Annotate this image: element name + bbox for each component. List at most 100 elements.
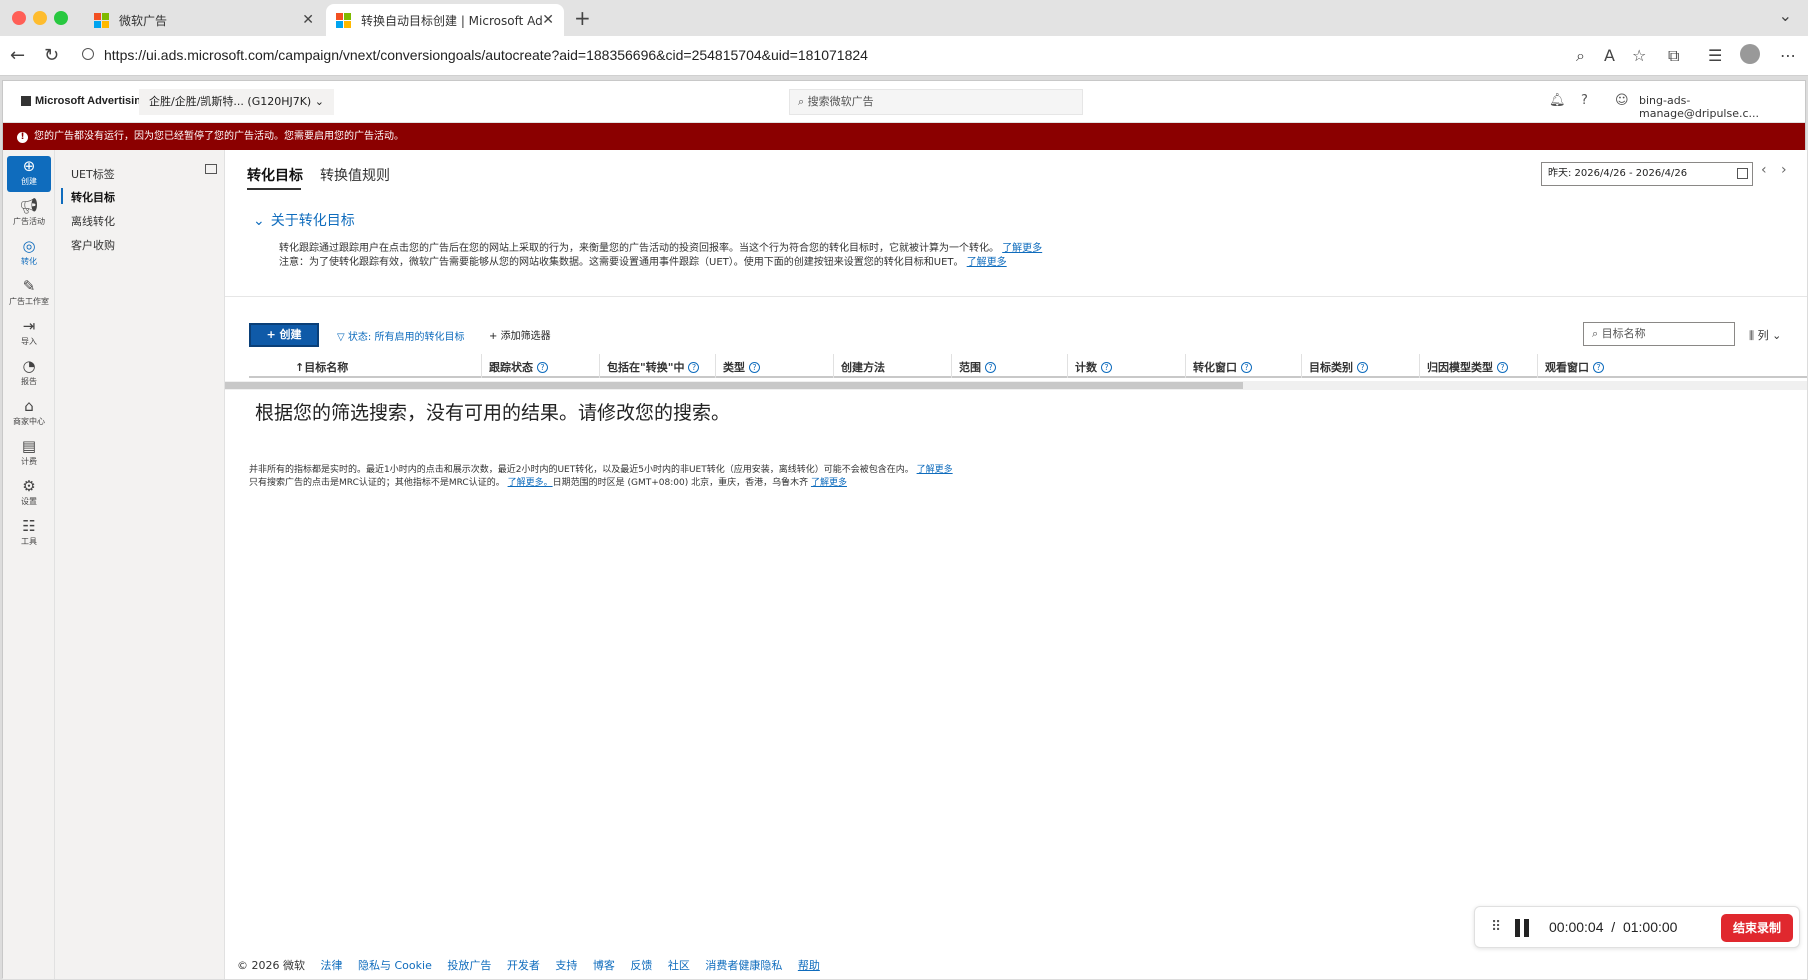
column-header-scope[interactable]: 范围?	[959, 359, 996, 375]
subnav-item-customer-acquisition[interactable]: 客户收购	[71, 237, 115, 253]
browser-tab-1[interactable]: 转换自动目标创建 | Microsoft Ad ✕	[326, 4, 564, 36]
status-filter[interactable]: ▽ 状态: 所有启用的转化目标	[337, 328, 464, 343]
goal-name-search-input[interactable]: ⌕ 目标名称	[1583, 322, 1735, 346]
rail-label: 广告工作室	[9, 297, 49, 306]
rail-item-tools[interactable]: ☷ 工具	[7, 516, 51, 552]
info-icon[interactable]: ?	[749, 362, 760, 373]
site-info-icon[interactable]	[82, 48, 94, 60]
column-header-attribution-model[interactable]: 归因模型类型?	[1427, 359, 1508, 375]
footer-link-help[interactable]: 帮助	[798, 959, 820, 972]
browser-tab-0[interactable]: 微软广告 ✕	[84, 4, 324, 36]
favorite-star-icon[interactable]: ☆	[1632, 46, 1646, 65]
pause-button[interactable]	[1515, 919, 1531, 937]
favorites-icon[interactable]: ☰	[1708, 46, 1722, 65]
rail-item-create[interactable]: ⊕ 创建	[7, 156, 51, 192]
column-header-goal-category[interactable]: 目标类别?	[1309, 359, 1368, 375]
zoom-icon[interactable]: ⌕	[1576, 46, 1585, 66]
plus-icon: +	[266, 328, 276, 341]
footer-link-blog[interactable]: 博客	[593, 959, 615, 972]
collapse-panel-icon[interactable]	[205, 164, 217, 174]
subnav-title[interactable]: UET标签	[71, 166, 115, 182]
column-header-count[interactable]: 计数?	[1075, 359, 1112, 375]
user-icon[interactable]: ☺	[1615, 93, 1629, 108]
profile-avatar-icon[interactable]	[1740, 44, 1760, 64]
end-recording-button[interactable]: 结束录制	[1721, 914, 1793, 942]
learn-more-link[interactable]: 了解更多	[1002, 243, 1042, 254]
brand-logo[interactable]: Microsoft Advertising	[21, 95, 148, 107]
subnav-item-offline-conversions[interactable]: 离线转化	[71, 213, 115, 229]
footer-link-support[interactable]: 支持	[555, 959, 577, 972]
reload-icon[interactable]: ↻	[44, 45, 59, 66]
window-maximize-button[interactable]	[54, 11, 68, 25]
learn-more-link[interactable]: 了解更多	[811, 478, 847, 488]
table-header: ↑目标名称 跟踪状态? 包括在"转换"中? 类型? 创建方法 范围? 计数? 转…	[249, 354, 1807, 378]
footer-link-developers[interactable]: 开发者	[507, 959, 540, 972]
previous-date-icon[interactable]: ‹	[1761, 162, 1767, 178]
footer-link-feedback[interactable]: 反馈	[630, 959, 652, 972]
window-minimize-button[interactable]	[33, 11, 47, 25]
footer-link-community[interactable]: 社区	[668, 959, 690, 972]
columns-button[interactable]: ⫼ 列 ⌄	[1749, 327, 1781, 343]
horizontal-scrollbar[interactable]	[225, 381, 1807, 390]
chevron-down-icon[interactable]: ⌄	[1779, 6, 1792, 25]
info-icon[interactable]: ?	[688, 362, 700, 373]
info-icon[interactable]: ?	[985, 362, 996, 373]
window-close-button[interactable]	[12, 11, 26, 25]
info-icon[interactable]: ?	[1101, 362, 1112, 373]
learn-more-link[interactable]: 了解更多	[967, 257, 1007, 268]
rail-item-settings[interactable]: ⚙ 设置	[7, 476, 51, 512]
date-range-picker[interactable]: 昨天: 2026/4/26 - 2026/4/26	[1541, 162, 1753, 186]
close-tab-icon[interactable]: ✕	[542, 12, 554, 28]
footer-link-advertise[interactable]: 投放广告	[447, 959, 491, 972]
info-icon[interactable]: ?	[1357, 362, 1368, 373]
column-header-conversion-window[interactable]: 转化窗口?	[1193, 359, 1252, 375]
rail-item-ad-studio[interactable]: ✎ 广告工作室	[7, 276, 51, 312]
rail-item-merchant-center[interactable]: ⌂ 商家中心	[7, 396, 51, 432]
help-icon[interactable]: ?	[1581, 93, 1588, 108]
learn-more-link[interactable]: 了解更多	[917, 465, 953, 475]
back-icon[interactable]: ←	[10, 45, 25, 66]
subnav-item-conversion-goals[interactable]: 转化目标	[71, 189, 115, 205]
rail-item-reports[interactable]: ◔ 报告	[7, 356, 51, 392]
more-menu-icon[interactable]: ⋯	[1780, 46, 1796, 65]
extensions-icon[interactable]: ⧉	[1668, 46, 1679, 66]
global-search-input[interactable]: ⌕ 搜索微软广告	[789, 89, 1083, 115]
next-date-icon[interactable]: ›	[1781, 162, 1787, 178]
rail-item-conversions[interactable]: ◎ 转化	[7, 236, 51, 272]
info-icon[interactable]: ?	[1497, 362, 1508, 373]
rail-item-billing[interactable]: ▤ 计费	[7, 436, 51, 472]
info-icon[interactable]: ?	[537, 362, 548, 373]
url-field[interactable]: https://ui.ads.microsoft.com/campaign/vn…	[104, 47, 868, 63]
new-tab-icon[interactable]: +	[574, 6, 591, 30]
tab-conversion-goals[interactable]: 转化目标	[247, 165, 303, 185]
column-label: 观看窗口	[1545, 361, 1589, 374]
column-header-include-in-conversions[interactable]: 包括在"转换"中?	[607, 359, 700, 375]
tab-conversion-value-rules[interactable]: 转换值规则	[320, 165, 390, 185]
close-tab-icon[interactable]: ✕	[302, 12, 314, 28]
create-button[interactable]: + 创建	[249, 323, 319, 347]
learn-more-link[interactable]: 了解更多。	[508, 478, 553, 488]
column-header-view-window[interactable]: 观看窗口?	[1545, 359, 1604, 375]
rail-label: 转化	[21, 257, 37, 266]
info-icon[interactable]: ?	[1241, 362, 1252, 373]
create-label: 创建	[279, 328, 302, 341]
drag-handle-icon[interactable]: ⠿	[1491, 919, 1501, 935]
add-filter-button[interactable]: + 添加筛选器	[489, 327, 551, 342]
rail-item-campaigns[interactable]: 📢︎ 广告活动	[7, 196, 51, 232]
account-selector[interactable]: 企胜/企胜/凯斯特... (G120HJ7K) ⌄	[139, 89, 334, 115]
column-header-type[interactable]: 类型?	[723, 359, 760, 375]
footer-link-health-privacy[interactable]: 消费者健康隐私	[705, 959, 782, 972]
column-header-tracking-status[interactable]: 跟踪状态?	[489, 359, 548, 375]
scrollbar-thumb[interactable]	[225, 382, 1243, 389]
read-aloud-icon[interactable]: A	[1604, 46, 1615, 65]
sort-arrow-icon: ↑	[295, 361, 305, 374]
column-header-creation-method[interactable]: 创建方法	[841, 359, 885, 375]
column-header-goal-name[interactable]: ↑目标名称	[295, 359, 348, 375]
user-email[interactable]: bing-ads-manage@dripulse.c...	[1639, 94, 1805, 120]
info-icon[interactable]: ?	[1593, 362, 1604, 373]
footer-link-legal[interactable]: 法律	[321, 959, 343, 972]
about-conversion-goals-toggle[interactable]: ⌄ 关于转化目标	[253, 210, 355, 230]
notification-bell-icon[interactable]: 🔔︎	[1549, 93, 1566, 108]
rail-item-import[interactable]: ⇥ 导入	[7, 316, 51, 352]
footer-link-privacy[interactable]: 隐私与 Cookie	[358, 959, 432, 972]
